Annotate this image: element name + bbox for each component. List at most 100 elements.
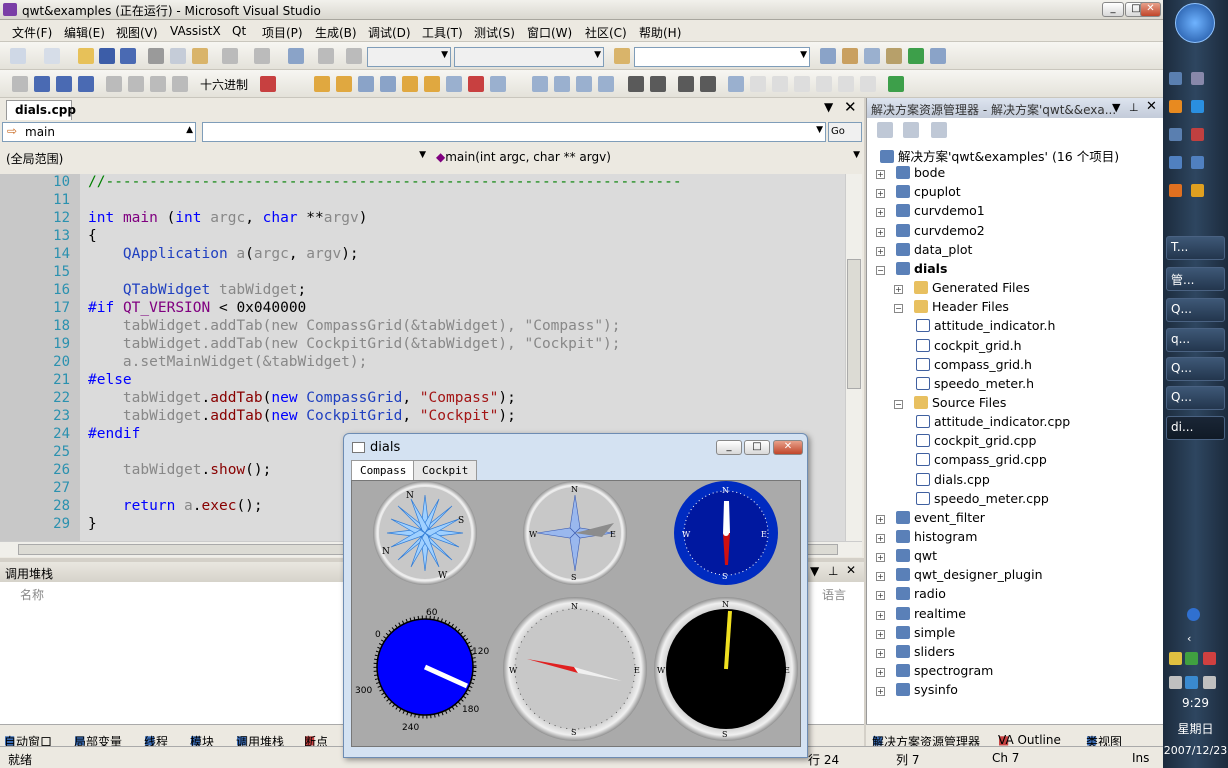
show-desktop-icon[interactable] [1169, 72, 1182, 85]
decrease-indent-icon[interactable] [628, 76, 644, 92]
next-bookmark-folder-icon[interactable] [838, 76, 854, 92]
tree-expander-icon[interactable]: − [894, 304, 903, 314]
blue-compass-dial[interactable]: N E S W [674, 481, 778, 585]
open-icon[interactable] [78, 48, 94, 64]
pin-icon[interactable]: ⊥ [828, 564, 838, 578]
menu-window[interactable]: 窗口(W) [527, 24, 572, 41]
menu-build[interactable]: 生成(B) [315, 24, 357, 41]
refresh-icon[interactable] [931, 122, 947, 138]
project-item[interactable]: curvdemo2 [896, 223, 985, 238]
va-find-symbol-icon[interactable] [336, 76, 352, 92]
volume-icon[interactable] [1203, 676, 1216, 689]
tray-icon[interactable] [1169, 652, 1182, 665]
tree-expander-icon[interactable]: + [876, 553, 885, 563]
quicklaunch-vs-icon[interactable] [1169, 156, 1182, 169]
paste-icon[interactable] [192, 48, 208, 64]
tree-expander-icon[interactable]: + [876, 591, 885, 601]
stop-debugging-icon[interactable] [56, 76, 72, 92]
tree-expander-icon[interactable]: + [876, 668, 885, 678]
tree-expander-icon[interactable]: + [876, 687, 885, 697]
tab-cockpit[interactable]: Cockpit [413, 460, 478, 480]
undo-icon[interactable] [222, 48, 238, 64]
tree-expander-icon[interactable]: + [876, 572, 885, 582]
va-goto-icon[interactable] [380, 76, 396, 92]
project-item[interactable]: qwt_designer_plugin [896, 567, 1043, 582]
project-item[interactable]: cpuplot [896, 184, 961, 199]
prev-bookmark-icon[interactable] [750, 76, 766, 92]
menu-qt[interactable]: Qt [232, 24, 246, 38]
next-bookmark-icon[interactable] [772, 76, 788, 92]
file-item[interactable]: speedo_meter.h [916, 376, 1034, 391]
va-open-file-icon[interactable] [314, 76, 330, 92]
platform-select[interactable]: ▼ [454, 47, 604, 67]
save-all-icon[interactable] [120, 48, 136, 64]
close-button[interactable]: ✕ [1140, 2, 1161, 17]
taskbar-button[interactable]: Q... [1166, 357, 1225, 381]
va-references-icon[interactable] [358, 76, 374, 92]
menu-debug[interactable]: 调试(D) [368, 24, 411, 41]
tree-expander-icon[interactable]: + [876, 610, 885, 620]
project-item[interactable]: curvdemo1 [896, 203, 985, 218]
step-over-icon[interactable] [150, 76, 166, 92]
menu-project[interactable]: 项目(P) [262, 24, 303, 41]
black-compass-dial[interactable]: N E S W [654, 597, 798, 741]
member-select[interactable]: ▼ [202, 122, 826, 142]
file-item[interactable]: cockpit_grid.cpp [916, 433, 1036, 448]
folder-item[interactable]: Header Files [914, 299, 1009, 314]
minimize-button[interactable]: _ [1102, 2, 1124, 17]
properties-icon[interactable] [877, 122, 893, 138]
project-item[interactable]: histogram [896, 529, 977, 544]
msn-icon[interactable] [1191, 184, 1204, 197]
va-bookmark-icon[interactable] [402, 76, 418, 92]
toggle-bookmark-icon[interactable] [728, 76, 744, 92]
project-item[interactable]: sysinfo [896, 682, 958, 697]
va-spell-icon[interactable] [468, 76, 484, 92]
start-icon[interactable] [346, 48, 362, 64]
go-button[interactable]: Go [828, 122, 862, 142]
project-item[interactable]: data_plot [896, 242, 972, 257]
nav-forward-icon[interactable] [318, 48, 334, 64]
solution-root[interactable]: 解决方案'qwt&examples' (16 个项目) [880, 146, 1119, 165]
project-item[interactable]: qwt [896, 548, 937, 563]
continue-icon[interactable] [12, 76, 28, 92]
tree-expander-icon[interactable]: + [876, 189, 885, 199]
quicklaunch-icon[interactable] [1191, 72, 1204, 85]
file-item[interactable]: compass_grid.cpp [916, 452, 1047, 467]
editor-vertical-scrollbar[interactable] [845, 174, 862, 541]
va-open-header-icon[interactable] [424, 76, 440, 92]
project-item[interactable]: sliders [896, 644, 955, 659]
file-item[interactable]: speedo_meter.cpp [916, 491, 1049, 506]
compass-star-dial[interactable]: N E S W [523, 481, 627, 585]
close-document-icon[interactable]: ✕ [844, 98, 857, 116]
tree-expander-icon[interactable]: + [876, 170, 885, 180]
window-layout-icon[interactable] [930, 48, 946, 64]
taskbar-button-active[interactable]: di... [1166, 416, 1225, 440]
start-button-icon[interactable] [1175, 3, 1215, 43]
clear-bookmarks-icon[interactable] [794, 76, 810, 92]
ie-icon[interactable] [1191, 100, 1204, 113]
classic-compass-dial[interactable]: N E S W [503, 597, 647, 741]
help-tray-icon[interactable] [1187, 608, 1200, 621]
hex-display-button[interactable]: 十六进制 [200, 76, 248, 93]
va-refactor-icon[interactable] [446, 76, 462, 92]
pin-icon[interactable]: ⊥ [1129, 101, 1139, 114]
tree-expander-icon[interactable]: + [876, 534, 885, 543]
quicklaunch-tool-icon[interactable] [1191, 156, 1204, 169]
file-item[interactable]: attitude_indicator.cpp [916, 414, 1070, 429]
compass-rose-dial[interactable]: N S W N [373, 481, 477, 585]
firefox-icon[interactable] [1169, 184, 1182, 197]
network-icon[interactable] [1169, 676, 1182, 689]
comment-icon[interactable] [532, 76, 548, 92]
add-item-icon[interactable] [44, 48, 60, 64]
solution-explorer-icon[interactable] [820, 48, 836, 64]
tab-dials-cpp[interactable]: dials.cpp [6, 100, 76, 120]
window-position-icon[interactable]: ▼ [1112, 101, 1120, 114]
project-item[interactable]: radio [896, 586, 946, 601]
step-into-icon[interactable] [128, 76, 144, 92]
redo-icon[interactable] [254, 48, 270, 64]
file-item[interactable]: cockpit_grid.h [916, 338, 1022, 353]
explorer-icon[interactable] [1169, 128, 1182, 141]
function-select[interactable]: ◆main(int argc, char ** argv) ▼ [432, 148, 862, 168]
menu-file[interactable]: 文件(F) [12, 24, 52, 41]
menu-tools[interactable]: 工具(T) [422, 24, 463, 41]
